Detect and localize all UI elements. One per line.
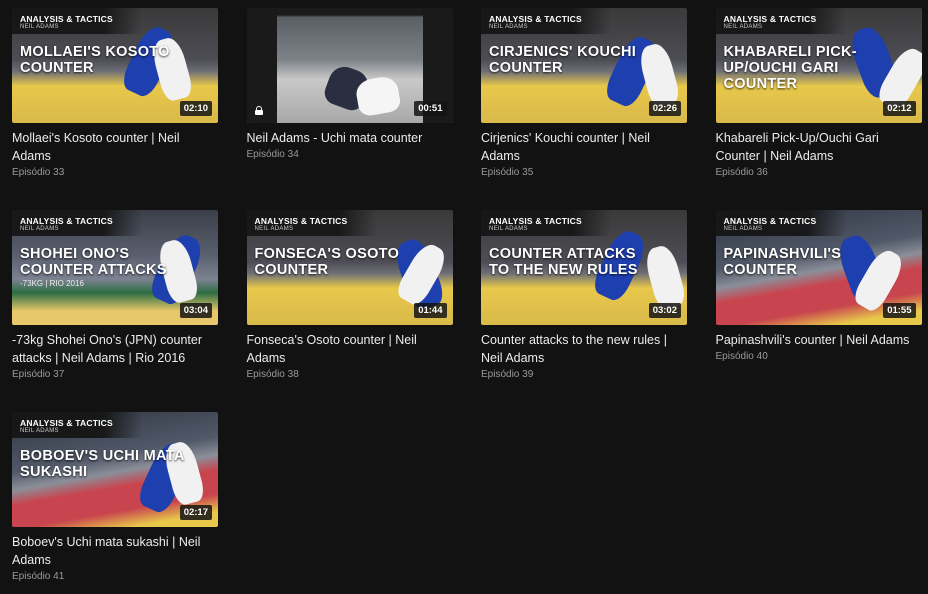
- video-title[interactable]: Khabareli Pick-Up/Ouchi Gari Counter | N…: [716, 129, 916, 165]
- video-thumbnail[interactable]: ANALYSIS & TACTICS NEIL ADAMS KHABARELI …: [715, 8, 922, 123]
- series-author-label: NEIL ADAMS: [723, 24, 763, 30]
- duration-badge: 02:17: [179, 505, 212, 520]
- video-title[interactable]: Counter attacks to the new rules | Neil …: [481, 331, 681, 367]
- video-title[interactable]: -73kg Shohei Ono's (JPN) counter attacks…: [12, 331, 212, 367]
- video-thumbnail[interactable]: ANALYSIS & TACTICS NEIL ADAMS COUNTER AT…: [481, 210, 687, 325]
- video-title[interactable]: Cirjenics' Kouchi counter | Neil Adams: [481, 129, 681, 165]
- series-tag-label: ANALYSIS & TACTICS: [723, 14, 817, 24]
- thumbnail-title: MOLLAEI'S KOSOTO COUNTER: [20, 44, 170, 76]
- duration-badge: 02:12: [883, 101, 916, 116]
- episode-label: Episódio 34: [246, 149, 299, 160]
- thumbnail-title: FONSECA'S OSOTO COUNTER: [254, 246, 400, 278]
- duration-badge: 03:04: [179, 303, 212, 318]
- episode-label: Episódio 37: [12, 369, 65, 380]
- video-thumbnail[interactable]: ANALYSIS & TACTICS NEIL ADAMS SHOHEI ONO…: [12, 210, 218, 325]
- video-thumbnail[interactable]: 00:51: [246, 8, 453, 123]
- series-author-label: NEIL ADAMS: [489, 226, 528, 232]
- episode-label: Episódio 40: [715, 351, 768, 362]
- series-tag-label: ANALYSIS & TACTICS: [489, 14, 582, 24]
- video-card[interactable]: ANALYSIS & TACTICS NEIL ADAMS COUNTER AT…: [481, 210, 687, 380]
- thumbnail-title: CIRJENICS' KOUCHI COUNTER: [489, 44, 637, 76]
- series-tag: ANALYSIS & TACTICS NEIL ADAMS: [12, 8, 142, 34]
- series-tag-label: ANALYSIS & TACTICS: [489, 216, 582, 226]
- episode-label: Episódio 33: [12, 167, 65, 178]
- video-thumbnail[interactable]: ANALYSIS & TACTICS NEIL ADAMS FONSECA'S …: [246, 210, 453, 325]
- series-tag: ANALYSIS & TACTICS NEIL ADAMS: [481, 210, 611, 236]
- video-card[interactable]: ANALYSIS & TACTICS NEIL ADAMS KHABARELI …: [715, 8, 922, 178]
- video-title[interactable]: Boboev's Uchi mata sukashi | Neil Adams: [12, 533, 212, 569]
- duration-badge: 01:44: [414, 303, 447, 318]
- duration-badge: 02:10: [179, 101, 212, 116]
- video-title[interactable]: Fonseca's Osoto counter | Neil Adams: [247, 331, 447, 367]
- duration-badge: 02:26: [648, 101, 681, 116]
- video-title[interactable]: Papinashvili's counter | Neil Adams: [716, 331, 916, 349]
- thumbnail-title: COUNTER ATTACKS TO THE NEW RULES: [489, 246, 638, 278]
- series-tag-label: ANALYSIS & TACTICS: [723, 216, 817, 226]
- series-tag: ANALYSIS & TACTICS NEIL ADAMS: [715, 8, 846, 34]
- episode-label: Episódio 36: [715, 167, 768, 178]
- episode-label: Episódio 39: [481, 369, 534, 380]
- series-author-label: NEIL ADAMS: [254, 226, 294, 232]
- video-thumbnail[interactable]: ANALYSIS & TACTICS NEIL ADAMS CIRJENICS'…: [481, 8, 687, 123]
- episode-label: Episódio 35: [481, 167, 534, 178]
- video-card[interactable]: ANALYSIS & TACTICS NEIL ADAMS FONSECA'S …: [246, 210, 453, 380]
- series-tag-label: ANALYSIS & TACTICS: [20, 14, 113, 24]
- series-tag: ANALYSIS & TACTICS NEIL ADAMS: [481, 8, 611, 34]
- duration-badge: 01:55: [883, 303, 916, 318]
- series-author-label: NEIL ADAMS: [20, 24, 59, 30]
- duration-badge: 00:51: [414, 101, 447, 116]
- thumbnail-title: PAPINASHVILI'S COUNTER: [723, 246, 842, 278]
- thumbnail-subtitle: -73KG | RIO 2016: [20, 279, 84, 288]
- series-tag: ANALYSIS & TACTICS NEIL ADAMS: [12, 210, 142, 236]
- series-author-label: NEIL ADAMS: [20, 428, 59, 434]
- series-author-label: NEIL ADAMS: [723, 226, 763, 232]
- video-thumbnail[interactable]: ANALYSIS & TACTICS NEIL ADAMS PAPINASHVI…: [715, 210, 922, 325]
- series-tag-label: ANALYSIS & TACTICS: [254, 216, 348, 226]
- thumbnail-title: KHABARELI PICK-UP/OUCHI GARI COUNTER: [723, 44, 857, 92]
- lock-icon: [254, 106, 263, 115]
- episode-label: Episódio 38: [246, 369, 299, 380]
- video-card[interactable]: ANALYSIS & TACTICS NEIL ADAMS PAPINASHVI…: [715, 210, 922, 362]
- video-card[interactable]: ANALYSIS & TACTICS NEIL ADAMS SHOHEI ONO…: [12, 210, 218, 380]
- thumbnail-title: SHOHEI ONO'S COUNTER ATTACKS: [20, 246, 167, 278]
- video-card[interactable]: 00:51 Neil Adams - Uchi mata counter Epi…: [246, 8, 453, 160]
- episode-label: Episódio 41: [12, 571, 65, 582]
- video-card[interactable]: ANALYSIS & TACTICS NEIL ADAMS BOBOEV'S U…: [12, 412, 218, 582]
- video-thumbnail[interactable]: ANALYSIS & TACTICS NEIL ADAMS BOBOEV'S U…: [12, 412, 218, 527]
- series-author-label: NEIL ADAMS: [489, 24, 528, 30]
- series-tag: ANALYSIS & TACTICS NEIL ADAMS: [715, 210, 846, 236]
- series-tag-label: ANALYSIS & TACTICS: [20, 216, 113, 226]
- video-thumbnail[interactable]: ANALYSIS & TACTICS NEIL ADAMS MOLLAEI'S …: [12, 8, 218, 123]
- series-tag: ANALYSIS & TACTICS NEIL ADAMS: [12, 412, 142, 438]
- series-tag-label: ANALYSIS & TACTICS: [20, 418, 113, 428]
- video-title[interactable]: Neil Adams - Uchi mata counter: [247, 129, 447, 147]
- series-author-label: NEIL ADAMS: [20, 226, 59, 232]
- thumbnail-title: BOBOEV'S UCHI MATA SUKASHI: [20, 448, 185, 480]
- series-tag: ANALYSIS & TACTICS NEIL ADAMS: [246, 210, 377, 236]
- video-card[interactable]: ANALYSIS & TACTICS NEIL ADAMS CIRJENICS'…: [481, 8, 687, 178]
- video-title[interactable]: Mollaei's Kosoto counter | Neil Adams: [12, 129, 212, 165]
- duration-badge: 03:02: [648, 303, 681, 318]
- video-card[interactable]: ANALYSIS & TACTICS NEIL ADAMS MOLLAEI'S …: [12, 8, 218, 178]
